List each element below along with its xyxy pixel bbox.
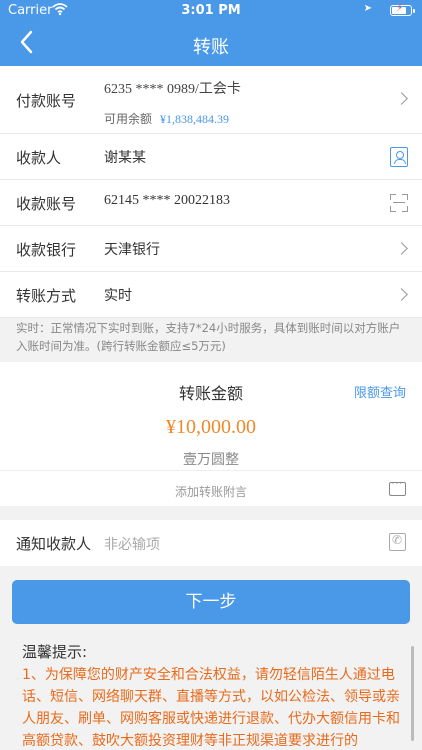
tips-body: 1、为保障您的财产安全和合法权益，请勿轻信陌生人通过电话、短信、网络聊天群、直播… xyxy=(22,667,400,749)
payee-account-label: 收款账号 xyxy=(16,195,77,213)
next-button[interactable]: 下一步 xyxy=(12,580,410,624)
payee-bank-row[interactable]: 收款银行 天津银行 xyxy=(0,226,422,272)
balance-value: ¥1,838,484.39 xyxy=(160,112,230,126)
transfer-method-value: 实时 xyxy=(104,288,132,304)
payee-bank-label: 收款银行 xyxy=(16,241,77,259)
page-title: 转账 xyxy=(193,37,229,58)
status-bar: Carrier 3:01 PM ➤ ⚡ xyxy=(0,0,422,22)
battery-icon: ⚡ xyxy=(390,3,415,16)
payee-row[interactable]: 收款人 谢某某 xyxy=(0,134,422,180)
scan-icon[interactable] xyxy=(390,194,408,212)
notify-label: 通知收款人 xyxy=(16,535,92,553)
app-header: Carrier 3:01 PM ➤ ⚡ 转账 xyxy=(0,0,422,66)
location-icon: ➤ xyxy=(363,3,372,14)
transfer-notice: 实时：正常情况下实时到账，支持7*24小时服务，具体到账时间以对方账户入账时间为… xyxy=(16,321,401,353)
balance-line: 可用余额 ¥1,838,484.39 xyxy=(104,110,229,127)
message-icon[interactable] xyxy=(389,476,406,496)
chevron-right-icon xyxy=(395,92,408,105)
amount-input[interactable]: ¥10,000.00 xyxy=(0,416,422,439)
notify-payee-row: 通知收款人 非必输项 xyxy=(0,520,422,566)
limit-query-link[interactable]: 限额查询 xyxy=(354,382,406,401)
scrollbar[interactable] xyxy=(411,646,414,741)
transfer-method-label: 转账方式 xyxy=(16,287,77,305)
payee-account-value: 62145 **** 20022183 xyxy=(104,193,230,208)
payee-bank-value: 天津银行 xyxy=(104,242,160,258)
tips-section: 温馨提示: 1、为保障您的财产安全和合法权益，请勿轻信陌生人通过电话、短信、网络… xyxy=(0,636,422,750)
amount-section: 转账金额 限额查询 ¥10,000.00 壹万圆整 添加转账附言 xyxy=(0,362,422,506)
payee-account-row[interactable]: 收款账号 62145 **** 20022183 xyxy=(0,180,422,226)
payer-account-label: 付款账号 xyxy=(16,92,77,110)
tips-title: 温馨提示: xyxy=(22,643,88,661)
payer-account-row[interactable]: 付款账号 6235 **** 0989/工会卡 可用余额 ¥1,838,484.3… xyxy=(0,66,422,134)
balance-label: 可用余额 xyxy=(104,112,153,126)
clock: 3:01 PM xyxy=(181,3,241,18)
memo-input[interactable]: 添加转账附言 xyxy=(0,483,422,500)
phone-book-icon[interactable] xyxy=(389,533,406,551)
payer-account-value: 6235 **** 0989/工会卡 xyxy=(104,82,241,97)
payee-value: 谢某某 xyxy=(104,150,146,166)
divider xyxy=(0,470,422,471)
amount-in-words: 壹万圆整 xyxy=(183,452,239,468)
contact-book-icon[interactable] xyxy=(390,147,408,167)
chevron-right-icon xyxy=(395,288,408,301)
chevron-right-icon xyxy=(395,242,408,255)
notify-phone-input[interactable]: 非必输项 xyxy=(104,534,160,554)
transfer-form: 付款账号 6235 **** 0989/工会卡 可用余额 ¥1,838,484.3… xyxy=(0,66,422,318)
payee-label: 收款人 xyxy=(16,149,62,167)
transfer-method-row[interactable]: 转账方式 实时 xyxy=(0,272,422,318)
